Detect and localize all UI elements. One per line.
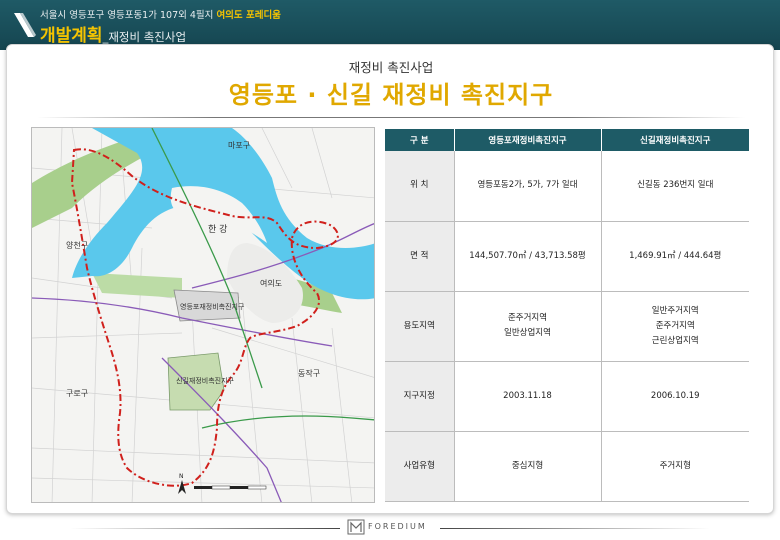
footer: FOREDIUM: [0, 516, 780, 540]
section-sub-title: _재정비 촉진사업: [102, 30, 187, 44]
map-canvas: 마포구 한 강 양천구 여의도 영등포재정비촉진지구 신길재정비촉진지구 구로구…: [32, 128, 374, 502]
cell-line: 중심지형: [511, 460, 544, 471]
north-label: N: [179, 473, 184, 480]
map-label-yeongdeungpo-zone: 영등포재정비촉진지구: [180, 302, 245, 311]
map-label-guro: 구로구: [66, 389, 88, 398]
foredium-logo-icon: [347, 519, 365, 535]
row-label: 지구지정: [385, 361, 455, 432]
cell-yeongdeungpo: 영등포동2가, 5가, 7가 일대: [454, 151, 602, 222]
cell-line: 144,507.70㎡ / 43,713.58평: [469, 250, 586, 261]
row-label: 면 적: [385, 221, 455, 292]
cell-line: 영등포동2가, 5가, 7가 일대: [477, 180, 578, 191]
row-label: 사업유형: [385, 431, 455, 502]
cell-line: 1,469.91㎡ / 444.64평: [629, 250, 722, 261]
cell-singil: 주거지형: [601, 431, 749, 502]
district-table: 구 분 영등포재정비촉진지구 신길재정비촉진지구 위 치 영등포동2가, 5가,…: [385, 129, 749, 502]
page-subtitle: 재정비 촉진사업: [348, 60, 434, 75]
map-label-mapo: 마포구: [228, 141, 250, 150]
table-row-zoning: 용도지역 준주거지역 일반상업지역 일반주거지역 준주거지역 근린상업지역: [385, 291, 749, 362]
title-divider: [37, 117, 745, 118]
cell-yeongdeungpo: 중심지형: [454, 431, 602, 502]
cell-line: 신길동 236번지 일대: [637, 180, 714, 191]
page-title: 영등포 · 신길 재정비 촉진지구: [228, 81, 554, 109]
table-row-location: 위 치 영등포동2가, 5가, 7가 일대 신길동 236번지 일대: [385, 151, 749, 222]
cell-line: 준주거지역: [655, 320, 695, 331]
cell-yeongdeungpo: 준주거지역 일반상업지역: [454, 291, 602, 362]
map-label-yeouido: 여의도: [260, 278, 282, 288]
cell-singil: 1,469.91㎡ / 444.64평: [601, 221, 749, 292]
section-heading: 개발계획_재정비 촉진사업: [40, 21, 186, 46]
cell-singil: 2006.10.19: [601, 361, 749, 432]
district-map: 마포구 한 강 양천구 여의도 영등포재정비촉진지구 신길재정비촉진지구 구로구…: [31, 127, 375, 503]
map-label-han-river: 한 강: [208, 224, 227, 235]
cell-singil: 일반주거지역 준주거지역 근린상업지역: [601, 291, 749, 362]
section-main-title: 개발계획: [40, 26, 103, 46]
cell-line: 2006.10.19: [650, 390, 700, 401]
table-row-type: 사업유형 중심지형 주거지형: [385, 431, 749, 502]
map-label-yangcheon: 양천구: [66, 240, 88, 250]
cell-yeongdeungpo: 2003.11.18: [454, 361, 602, 432]
cell-line: 일반상업지역: [504, 328, 551, 338]
footer-brand: FOREDIUM: [368, 522, 427, 531]
cell-line: 근린상업지역: [651, 335, 699, 346]
cell-yeongdeungpo: 144,507.70㎡ / 43,713.58평: [454, 221, 602, 292]
map-label-singil-zone: 신길재정비촉진지구: [176, 376, 235, 385]
address-text: 서울시 영등포구 영등포동1가 107외 4필지: [40, 10, 214, 21]
address-line: 서울시 영등포구 영등포동1가 107외 4필지 여의도 포레디움: [40, 7, 281, 21]
header-category: 구 분: [385, 129, 455, 151]
cell-line: 일반주거지역: [651, 305, 699, 316]
scale-bar: [194, 485, 267, 490]
table-row-designation: 지구지정 2003.11.18 2006.10.19: [385, 361, 749, 432]
footer-divider-left: [70, 528, 340, 529]
header-bar: 서울시 영등포구 영등포동1가 107외 4필지 여의도 포레디움 개발계획_재…: [0, 0, 780, 50]
cell-line: 준주거지역: [507, 313, 548, 323]
row-label: 용도지역: [385, 291, 455, 362]
cell-line: 2003.11.18: [503, 390, 552, 401]
brand-slash-icon: [14, 13, 36, 37]
table-header-row: 구 분 영등포재정비촉진지구 신길재정비촉진지구: [385, 129, 749, 151]
footer-divider-right: [440, 528, 710, 529]
cell-singil: 신길동 236번지 일대: [601, 151, 749, 222]
cell-line: 주거지형: [659, 460, 691, 471]
map-label-dongjak: 동작구: [298, 368, 320, 378]
table-row-area: 면 적 144,507.70㎡ / 43,713.58평 1,469.91㎡ /…: [385, 221, 749, 292]
project-name: 여의도 포레디움: [216, 10, 281, 21]
header-singil: 신길재정비촉진지구: [601, 129, 749, 151]
content-card: 재정비 촉진사업 영등포 · 신길 재정비 촉진지구 마포구 한 강 양천구 여…: [6, 44, 774, 514]
row-label: 위 치: [385, 151, 455, 222]
header-yeongdeungpo: 영등포재정비촉진지구: [454, 129, 602, 151]
